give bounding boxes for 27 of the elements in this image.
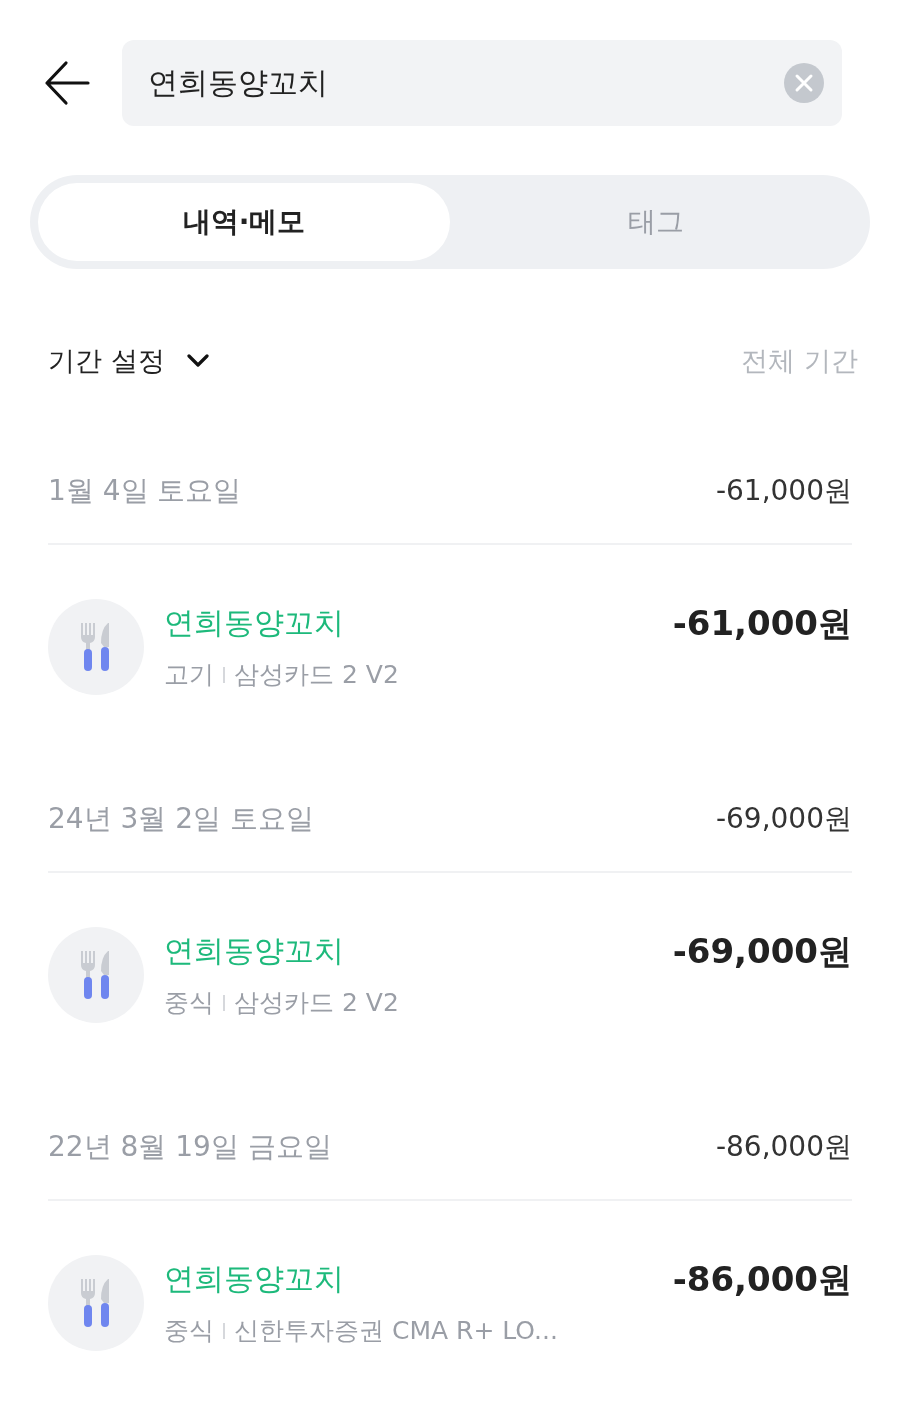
merchant-name: 연희동양꼬치 [164, 932, 345, 970]
tab[interactable]: 내역·메모 [38, 183, 450, 261]
transaction-amount: -86,000원 [672, 1258, 852, 1301]
fork-knife-icon [48, 599, 144, 695]
merchant-name: 연희동양꼬치 [164, 604, 345, 642]
daily-total: -61,000원 [715, 473, 852, 509]
fork-knife-icon [48, 927, 144, 1023]
account-label: 삼성카드 2 V2 [234, 987, 399, 1019]
daily-total: -86,000원 [715, 1129, 852, 1165]
date-heading: 1월 4일 토요일 [48, 473, 242, 509]
transaction-amount: -69,000원 [672, 930, 852, 973]
period-value: 전체 기간 [741, 344, 858, 378]
fork-knife-icon [48, 1255, 144, 1351]
search-field[interactable]: 연희동양꼬치 [122, 40, 842, 126]
chevron-down-icon [186, 354, 209, 368]
category-label: 중식 [164, 987, 214, 1019]
transaction-amount: -61,000원 [672, 602, 852, 645]
period-dropdown[interactable]: 기간 설정 [48, 343, 209, 379]
back-arrow-icon[interactable] [44, 60, 90, 106]
category-label: 중식 [164, 1315, 214, 1347]
daily-total: -69,000원 [715, 801, 852, 837]
date-heading: 22년 8월 19일 금요일 [48, 1129, 332, 1165]
date-heading: 24년 3월 2일 토요일 [48, 801, 314, 837]
merchant-name: 연희동양꼬치 [164, 1260, 345, 1298]
account-label: 신한투자증권 CMA R+ LO... [234, 1315, 558, 1347]
account-label: 삼성카드 2 V2 [234, 659, 399, 691]
category-label: 고기 [164, 659, 214, 691]
